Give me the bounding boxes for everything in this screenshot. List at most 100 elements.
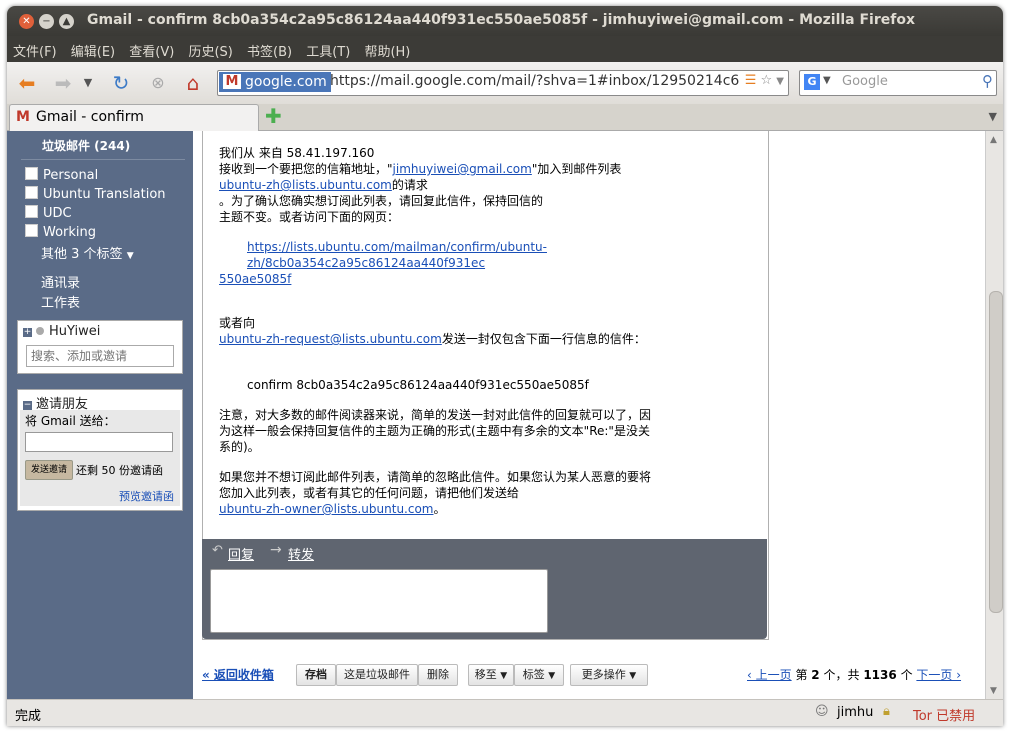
search-box[interactable]: G ▼ Google ⚲ <box>799 70 997 96</box>
email-link[interactable]: jimhuyiwei@gmail.com <box>393 162 532 176</box>
sidebar-item-spam[interactable]: 垃圾邮件 (244) <box>42 137 130 154</box>
forward-arrow-icon: → <box>270 542 282 558</box>
msg-line: 为这样一般会保持回复信件的主题为正确的形式(主题中有多余的文本"Re:"是没关 <box>219 424 650 438</box>
tab-bar: MGmail - confirm 8cb0a354c2a9... ✚ ▼ <box>7 104 1003 149</box>
owner-address-link[interactable]: ubuntu-zh-owner@lists.ubuntu.com <box>219 502 434 516</box>
url-bar[interactable]: M google.com https://mail.google.com/mai… <box>217 70 789 96</box>
confirm-url-link[interactable]: https://lists.ubuntu.com/mailman/confirm… <box>247 240 547 270</box>
msg-line: 如果您并不想订阅此邮件列表，请简单的忽略此信件。如果您认为某人恶意的要将 <box>219 470 652 484</box>
move-to-button[interactable]: 移至 ▼ <box>468 664 514 686</box>
tasks-link[interactable]: 工作表 <box>41 292 80 311</box>
menu-tools[interactable]: 工具(T) <box>300 36 354 60</box>
history-dropdown-icon[interactable]: ▼ <box>81 70 95 96</box>
new-tab-plus-icon[interactable]: ✚ <box>265 106 282 126</box>
collapse-minus-icon[interactable]: − <box>23 401 32 410</box>
status-dot-icon[interactable] <box>36 327 44 335</box>
confirm-url-link-cont[interactable]: 550ae5085f <box>219 272 291 286</box>
more-labels-link[interactable]: 其他 3 个标签 ▼ <box>41 243 134 262</box>
label-color-swatch <box>25 167 38 180</box>
request-address-link[interactable]: ubuntu-zh-request@lists.ubuntu.com <box>219 332 442 346</box>
status-bar: 完成 ☺ jimhu 🔒︎ Tor 已禁用 <box>7 699 1003 726</box>
engine-dropdown-icon[interactable]: ▼ <box>823 75 831 86</box>
url-text[interactable]: https://mail.google.com/mail/?shva=1#inb… <box>330 73 740 89</box>
invite-body: 将 Gmail 送给： 发送邀请 还剩 50 份邀请函 预览邀请函 <box>20 410 180 506</box>
site-identity-badge[interactable]: M google.com <box>219 72 331 92</box>
labels-button[interactable]: 标签 ▼ <box>514 664 564 686</box>
label-color-swatch <box>25 205 38 218</box>
menu-bookmarks[interactable]: 书签(B) <box>241 36 296 60</box>
page-scrollbar[interactable]: ▲ ▼ <box>985 131 1003 699</box>
minimize-window-button[interactable]: − <box>39 14 54 29</box>
forward-link[interactable]: 转发 <box>288 544 314 563</box>
forward-arrow-icon[interactable]: ➡ <box>49 70 77 96</box>
tab-gmail[interactable]: MGmail - confirm 8cb0a354c2a9... <box>9 104 259 149</box>
contacts-link[interactable]: 通讯录 <box>41 272 80 291</box>
status-user[interactable]: jimhu <box>837 705 873 720</box>
reply-arrow-icon: ↶ <box>212 543 223 558</box>
more-actions-button[interactable]: 更多操作 ▼ <box>570 664 648 686</box>
menu-view[interactable]: 查看(V) <box>123 36 178 60</box>
menu-bar: 文件(F) 编辑(E) 查看(V) 历史(S) 书签(B) 工具(T) 帮助(H… <box>7 36 1003 62</box>
message-action-bar: « 返回收件箱 存档 这是垃圾邮件 删除 移至 ▼ 标签 ▼ 更多操作 ▼ ‹ … <box>202 658 977 686</box>
user-icon: ☺ <box>815 704 829 719</box>
chat-search-input[interactable] <box>26 345 174 367</box>
chevron-down-icon: ▼ <box>500 671 508 681</box>
list-address-link[interactable]: ubuntu-zh@lists.ubuntu.com <box>219 178 392 192</box>
send-invite-button[interactable]: 发送邀请 <box>25 460 73 480</box>
move-to-label: 移至 <box>474 668 497 681</box>
msg-line: 。为了确认您确实想订阅此列表，请回复此信件，保持回信的 <box>219 194 544 208</box>
reply-link[interactable]: 回复 <box>228 544 254 563</box>
maximize-window-button[interactable]: ▲ <box>59 14 74 29</box>
msg-line: 您加入此列表，或者有其它的任何问题，请把他们发送给 <box>219 486 520 500</box>
reply-textbox[interactable] <box>210 569 548 633</box>
invite-send-label: 将 Gmail 送给： <box>25 414 116 428</box>
prev-page-link[interactable]: ‹ 上一页 <box>747 668 792 682</box>
page-text: 第 <box>795 668 808 682</box>
msg-line: 主题不变。或者访问下面的网页： <box>219 210 400 224</box>
url-dropdown-icon[interactable]: ▼ <box>776 76 784 87</box>
label-color-swatch <box>25 186 38 199</box>
search-magnifier-icon[interactable]: ⚲ <box>982 72 993 90</box>
archive-button[interactable]: 存档 <box>296 664 336 686</box>
label-ubuntu-translation[interactable]: Ubuntu Translation <box>25 186 166 202</box>
scroll-down-icon[interactable]: ▼ <box>990 686 997 696</box>
scroll-up-icon[interactable]: ▲ <box>990 135 997 145</box>
invite-email-input[interactable] <box>25 432 173 452</box>
scrollbar-thumb[interactable] <box>989 291 1003 613</box>
bookmark-star-icon[interactable]: ☆ <box>761 73 773 88</box>
preview-invite-link[interactable]: 预览邀请函 <box>119 488 174 504</box>
rss-icon[interactable]: ☰ <box>745 73 757 88</box>
labels-label: 标签 <box>522 668 545 681</box>
tor-status[interactable]: Tor 已禁用 <box>913 705 975 724</box>
google-search-engine-icon[interactable]: G <box>804 74 820 90</box>
next-page-link[interactable]: 下一页 › <box>916 668 961 682</box>
close-window-button[interactable]: ✕ <box>19 14 34 29</box>
msg-line: ubuntu-zh@lists.ubuntu.com的请求 <box>219 178 428 192</box>
delete-button[interactable]: 删除 <box>418 664 458 686</box>
chat-panel: + HuYiwei <box>17 320 183 374</box>
search-placeholder: Google <box>842 74 888 89</box>
gmail-page: 垃圾邮件 (244) Personal Ubuntu Translation U… <box>7 131 985 699</box>
tab-list-dropdown-icon[interactable]: ▼ <box>989 110 997 123</box>
invites-remaining: 还剩 50 份邀请函 <box>76 464 163 477</box>
menu-help[interactable]: 帮助(H) <box>358 36 414 60</box>
menu-file[interactable]: 文件(F) <box>7 36 61 60</box>
home-icon[interactable]: ⌂ <box>179 70 207 96</box>
label-personal[interactable]: Personal <box>25 167 98 183</box>
collapse-plus-icon[interactable]: + <box>23 328 32 337</box>
navigation-toolbar: ⬅ ➡ ▼ ↻ ⊗ ⌂ M google.com https://mail.go… <box>7 62 1003 105</box>
gmail-sidebar: 垃圾邮件 (244) Personal Ubuntu Translation U… <box>7 131 193 699</box>
back-to-inbox-link[interactable]: « 返回收件箱 <box>202 666 274 683</box>
reload-icon[interactable]: ↻ <box>107 70 135 96</box>
report-spam-button[interactable]: 这是垃圾邮件 <box>336 664 418 686</box>
label-udc[interactable]: UDC <box>25 205 72 221</box>
confirm-command-line: confirm 8cb0a354c2a95c86124aa440f931ec55… <box>247 378 589 392</box>
lock-icon: 🔒︎ <box>883 704 890 719</box>
menu-edit[interactable]: 编辑(E) <box>65 36 119 60</box>
back-arrow-icon[interactable]: ⬅ <box>13 70 41 96</box>
chat-header: + HuYiwei <box>18 321 182 342</box>
label-working[interactable]: Working <box>25 224 96 240</box>
menu-history[interactable]: 历史(S) <box>182 36 236 60</box>
stop-icon[interactable]: ⊗ <box>145 70 171 96</box>
chevron-down-icon: ▼ <box>126 251 134 261</box>
